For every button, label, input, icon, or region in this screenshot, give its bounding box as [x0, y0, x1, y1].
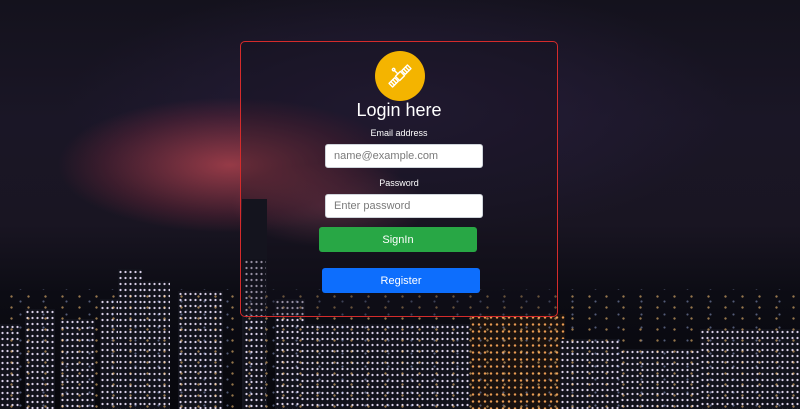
email-input[interactable]: [325, 144, 483, 168]
email-label: Email address: [370, 128, 428, 138]
register-button[interactable]: Register: [322, 268, 480, 293]
login-card: Login here Email address Password SignIn…: [240, 41, 558, 317]
login-title: Login here: [356, 100, 442, 120]
password-input[interactable]: [325, 194, 483, 218]
password-label: Password: [379, 178, 419, 188]
satellite-icon: [375, 51, 425, 101]
signin-button[interactable]: SignIn: [319, 227, 477, 252]
